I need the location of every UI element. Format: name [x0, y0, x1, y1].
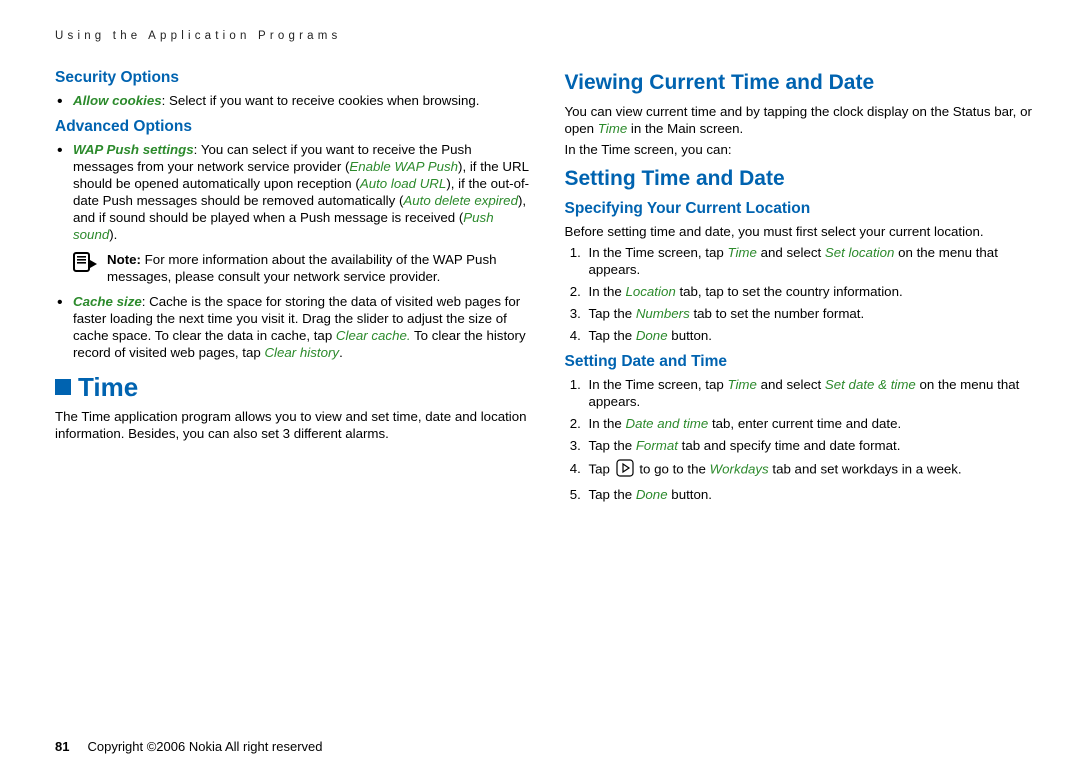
list-item: Tap the Format tab and specify time and …	[585, 437, 1041, 454]
ui-term: Workdays	[710, 461, 769, 476]
ui-term: Enable WAP Push	[349, 159, 458, 174]
ui-term: Format	[636, 438, 678, 453]
body-text: : Select if you want to receive cookies …	[162, 93, 480, 108]
list-item: WAP Push settings: You can select if you…	[55, 141, 531, 243]
heading-time: Time	[55, 371, 531, 404]
list-item: Cache size: Cache is the space for stori…	[55, 293, 531, 361]
right-column: Viewing Current Time and Date You can vi…	[565, 62, 1041, 511]
heading-setting-date-time: Setting Date and Time	[565, 352, 1041, 372]
heading-setting-time: Setting Time and Date	[565, 166, 1041, 193]
option-label: WAP Push settings	[73, 142, 194, 157]
heading-viewing-time: Viewing Current Time and Date	[565, 70, 1041, 97]
columns: Security Options Allow cookies: Select i…	[55, 62, 1040, 511]
page-footer: 81 Copyright ©2006 Nokia All right reserv…	[55, 739, 323, 754]
body-text: You can view current time and by tapping…	[565, 103, 1041, 137]
ui-term: Done	[636, 328, 668, 343]
note-text: Note: For more information about the ava…	[107, 251, 531, 285]
heading-text: Time	[78, 371, 138, 404]
note-icon	[73, 252, 99, 276]
security-list: Allow cookies: Select if you want to rec…	[55, 92, 531, 109]
list-item: In the Date and time tab, enter current …	[585, 415, 1041, 432]
list-item: Allow cookies: Select if you want to rec…	[55, 92, 531, 109]
ui-term: Time	[727, 245, 756, 260]
ui-term: Auto delete expired	[403, 193, 518, 208]
list-item: Tap the Done button.	[585, 327, 1041, 344]
note-block: Note: For more information about the ava…	[73, 251, 531, 285]
ui-term: Location	[625, 284, 675, 299]
list-item: In the Location tab, tap to set the coun…	[585, 283, 1041, 300]
copyright-text: Copyright ©2006 Nokia All right reserved	[87, 739, 322, 754]
body-text: Before setting time and date, you must f…	[565, 223, 1041, 240]
note-label: Note:	[107, 252, 141, 267]
option-label: Cache size	[73, 294, 142, 309]
square-bullet-icon	[55, 379, 71, 395]
ui-term: Date and time	[625, 416, 708, 431]
body-text: In the Time screen, you can:	[565, 141, 1041, 158]
ui-term: Time	[598, 121, 627, 136]
body-text: ).	[109, 227, 117, 242]
left-column: Security Options Allow cookies: Select i…	[55, 62, 531, 511]
list-item: Tap the Done button.	[585, 486, 1041, 503]
heading-specifying-location: Specifying Your Current Location	[565, 199, 1041, 219]
ui-term: Set date & time	[825, 377, 916, 392]
list-item: In the Time screen, tap Time and select …	[585, 376, 1041, 410]
ui-term: Auto load URL	[360, 176, 446, 191]
play-icon	[616, 459, 634, 481]
ui-term: Done	[636, 487, 668, 502]
page: Using the Application Programs Security …	[0, 0, 1080, 779]
body-text: For more information about the availabil…	[107, 252, 496, 284]
ui-term: Clear history	[264, 345, 339, 360]
ui-term: Time	[727, 377, 756, 392]
option-label: Allow cookies	[73, 93, 162, 108]
heading-advanced-options: Advanced Options	[55, 117, 531, 137]
location-steps: In the Time screen, tap Time and select …	[565, 244, 1041, 344]
advanced-list: WAP Push settings: You can select if you…	[55, 141, 531, 243]
advanced-list-2: Cache size: Cache is the space for stori…	[55, 293, 531, 361]
body-text: The Time application program allows you …	[55, 408, 531, 442]
list-item: Tap the Numbers tab to set the number fo…	[585, 305, 1041, 322]
datetime-steps: In the Time screen, tap Time and select …	[565, 376, 1041, 503]
running-head: Using the Application Programs	[55, 30, 1040, 42]
body-text: .	[339, 345, 343, 360]
page-number: 81	[55, 739, 69, 754]
ui-term: Numbers	[636, 306, 690, 321]
ui-term: Set location	[825, 245, 894, 260]
list-item: In the Time screen, tap Time and select …	[585, 244, 1041, 278]
heading-security-options: Security Options	[55, 68, 531, 88]
ui-term: Clear cache.	[336, 328, 411, 343]
list-item: Tap to go to the Workdays tab and set wo…	[585, 459, 1041, 481]
